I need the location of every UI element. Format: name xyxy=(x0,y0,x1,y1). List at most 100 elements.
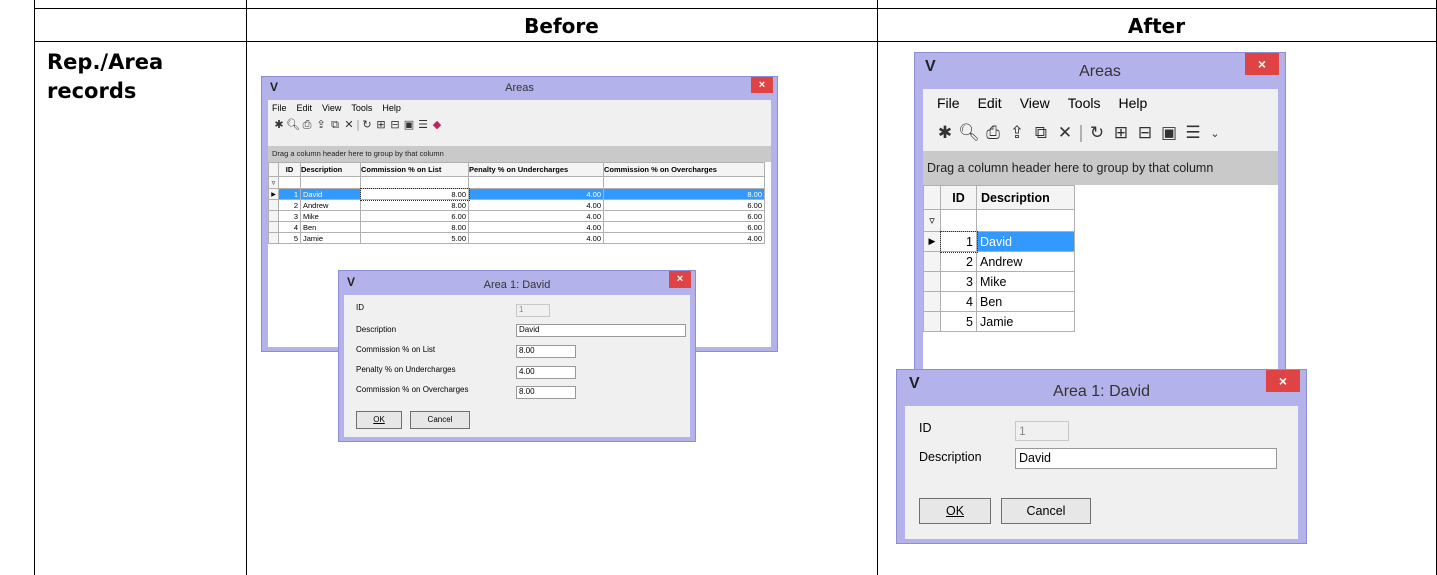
cell-commission-list[interactable]: 6.00 xyxy=(360,210,469,222)
cell-description[interactable]: David xyxy=(976,231,1075,252)
expand-icon[interactable]: ⊞ xyxy=(374,118,388,131)
row-indicator[interactable] xyxy=(268,221,279,233)
cell-commission-over[interactable]: 4.00 xyxy=(603,232,765,244)
cell-commission-list[interactable]: 8.00 xyxy=(359,187,470,201)
filter-cell[interactable] xyxy=(360,176,469,189)
before-dialog-close-button[interactable]: × xyxy=(669,271,691,288)
column-header-id[interactable]: ID xyxy=(940,185,977,210)
cell-penalty-under[interactable]: 4.00 xyxy=(468,232,604,244)
column-header-commission-over[interactable]: Commission % on Overcharges xyxy=(603,162,765,177)
after-menu-file[interactable]: File xyxy=(937,95,960,111)
after-menu-help[interactable]: Help xyxy=(1118,95,1147,111)
cell-commission-over[interactable]: 6.00 xyxy=(603,221,765,233)
after-areas-close-button[interactable]: × xyxy=(1245,53,1279,75)
cell-id[interactable]: 2 xyxy=(278,199,301,211)
filter-cell[interactable] xyxy=(940,209,977,232)
cell-commission-over[interactable]: 8.00 xyxy=(603,188,765,200)
collapse-icon[interactable]: ⊟ xyxy=(1133,123,1157,143)
description-field[interactable]: David xyxy=(1015,448,1277,469)
cell-id[interactable]: 1 xyxy=(278,188,301,200)
row-indicator[interactable] xyxy=(923,311,941,332)
export-icon[interactable]: ⇪ xyxy=(314,118,328,131)
preview-icon[interactable]: 🔍︎ xyxy=(957,123,981,143)
filter-cell[interactable] xyxy=(603,176,765,189)
cell-commission-list[interactable]: 5.00 xyxy=(360,232,469,244)
before-areas-close-button[interactable]: × xyxy=(751,77,773,93)
delete-icon[interactable]: ✕ xyxy=(1053,123,1077,143)
before-menu-edit[interactable]: Edit xyxy=(297,103,313,113)
cell-commission-list[interactable]: 8.00 xyxy=(360,221,469,233)
after-dialog-close-button[interactable]: × xyxy=(1266,370,1300,392)
print-icon[interactable]: ⎙ xyxy=(981,123,1005,143)
cell-id[interactable]: 4 xyxy=(278,221,301,233)
before-group-bar[interactable]: Drag a column header here to group by th… xyxy=(268,146,771,162)
table-row[interactable]: ▶ 1 David xyxy=(923,230,1075,253)
overflow-icon[interactable]: ⌄ xyxy=(1205,127,1225,140)
export-icon[interactable]: ⇪ xyxy=(1005,123,1029,143)
form-view-icon[interactable]: ▣ xyxy=(1157,123,1181,143)
row-indicator[interactable] xyxy=(268,210,279,222)
cell-id[interactable]: 5 xyxy=(940,311,977,332)
copy-icon[interactable]: ⧉ xyxy=(1029,123,1053,143)
cell-description[interactable]: Andrew xyxy=(976,251,1075,272)
ok-button[interactable]: OK xyxy=(356,411,402,429)
refresh-icon[interactable]: ↻ xyxy=(360,118,374,131)
print-icon[interactable]: ⎙ xyxy=(300,118,314,132)
cell-description[interactable]: David xyxy=(300,188,361,200)
cell-description[interactable]: Mike xyxy=(300,210,361,222)
cell-id[interactable]: 5 xyxy=(278,232,301,244)
table-row[interactable]: 5 Jamie xyxy=(923,311,1075,332)
cell-id[interactable]: 2 xyxy=(940,251,977,272)
row-indicator[interactable] xyxy=(268,232,279,244)
after-menu-view[interactable]: View xyxy=(1020,95,1050,111)
ok-button[interactable]: OK xyxy=(919,498,991,524)
properties-icon[interactable]: ☰ xyxy=(416,118,430,131)
table-row[interactable]: 4 Ben 8.00 4.00 6.00 xyxy=(268,221,765,233)
before-menu-tools[interactable]: Tools xyxy=(351,103,372,113)
current-row-icon[interactable]: ▶ xyxy=(268,188,279,200)
cell-id[interactable]: 1 xyxy=(939,230,978,253)
table-row[interactable]: 3 Mike 6.00 4.00 6.00 xyxy=(268,210,765,222)
cell-description[interactable]: Andrew xyxy=(300,199,361,211)
cell-id[interactable]: 3 xyxy=(278,210,301,222)
properties-icon[interactable]: ☰ xyxy=(1181,123,1205,143)
copy-icon[interactable]: ⧉ xyxy=(328,118,342,132)
cell-description[interactable]: Ben xyxy=(300,221,361,233)
after-menu-tools[interactable]: Tools xyxy=(1068,95,1101,111)
new-record-icon[interactable]: ✱ xyxy=(933,123,957,143)
filter-cell[interactable] xyxy=(300,176,361,189)
cell-description[interactable]: Ben xyxy=(976,291,1075,312)
row-indicator[interactable] xyxy=(268,199,279,211)
cell-commission-over[interactable]: 6.00 xyxy=(603,210,765,222)
form-view-icon[interactable]: ▣ xyxy=(402,118,416,131)
eraser-icon[interactable]: ◆ xyxy=(430,118,444,131)
description-field[interactable]: David xyxy=(516,324,686,337)
row-indicator[interactable] xyxy=(923,271,941,292)
filter-cell[interactable] xyxy=(468,176,604,189)
filter-cell[interactable] xyxy=(976,209,1075,232)
filter-icon[interactable]: ▿ xyxy=(923,209,941,232)
column-header-commission-list[interactable]: Commission % on List xyxy=(360,162,469,177)
filter-cell[interactable] xyxy=(278,176,301,189)
before-menu-view[interactable]: View xyxy=(322,103,341,113)
current-row-icon[interactable]: ▶ xyxy=(923,231,941,252)
cell-description[interactable]: Jamie xyxy=(300,232,361,244)
cell-description[interactable]: Mike xyxy=(976,271,1075,292)
cancel-button[interactable]: Cancel xyxy=(1001,498,1091,524)
column-header-penalty-under[interactable]: Penalty % on Undercharges xyxy=(468,162,604,177)
column-header-id[interactable]: ID xyxy=(278,162,301,177)
cell-penalty-under[interactable]: 4.00 xyxy=(468,210,604,222)
column-header-description[interactable]: Description xyxy=(300,162,361,177)
penalty-under-field[interactable]: 4.00 xyxy=(516,366,576,379)
row-indicator[interactable] xyxy=(923,291,941,312)
cell-penalty-under[interactable]: 4.00 xyxy=(468,221,604,233)
column-header-description[interactable]: Description xyxy=(976,185,1075,210)
refresh-icon[interactable]: ↻ xyxy=(1085,123,1109,143)
cell-commission-over[interactable]: 6.00 xyxy=(603,199,765,211)
after-group-bar[interactable]: Drag a column header here to group by th… xyxy=(923,151,1278,185)
cell-id[interactable]: 4 xyxy=(940,291,977,312)
commission-list-field[interactable]: 8.00 xyxy=(516,345,576,358)
expand-icon[interactable]: ⊞ xyxy=(1109,123,1133,143)
row-indicator[interactable] xyxy=(923,251,941,272)
delete-icon[interactable]: ✕ xyxy=(342,118,356,131)
